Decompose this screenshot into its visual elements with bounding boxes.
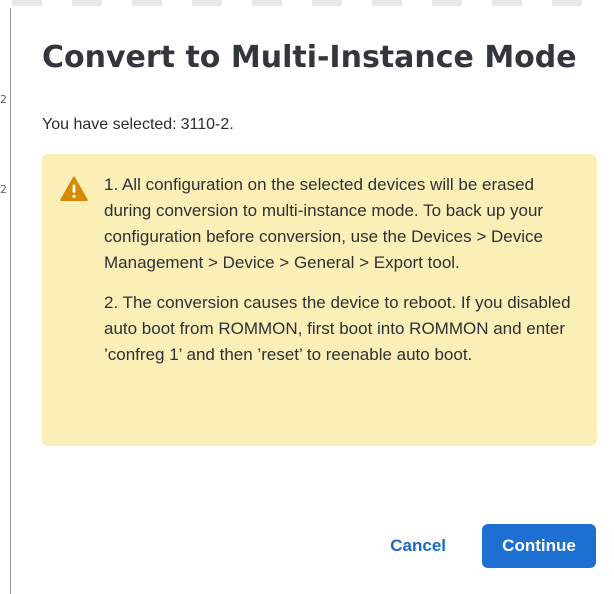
background-divider bbox=[10, 8, 11, 594]
dialog-actions: Cancel Continue bbox=[374, 524, 596, 568]
warning-paragraph-erase: 1. All configuration on the selected dev… bbox=[104, 175, 544, 272]
cancel-button[interactable]: Cancel bbox=[374, 526, 462, 566]
warning-triangle-icon-graphic bbox=[60, 176, 88, 201]
selected-device: 3110-2. bbox=[180, 116, 234, 133]
background-ghost-strip bbox=[12, 0, 612, 6]
edge-mark: 2 bbox=[0, 93, 7, 106]
edge-mark: 2 bbox=[0, 183, 7, 196]
selection-summary: You have selected: 3110-2. bbox=[42, 116, 234, 134]
continue-button[interactable]: Continue bbox=[482, 524, 596, 568]
warning-alert: 1. All configuration on the selected dev… bbox=[42, 154, 597, 446]
warning-triangle-icon bbox=[60, 176, 88, 202]
warning-paragraph-reboot: 2. The conversion causes the device to r… bbox=[104, 293, 571, 364]
warning-message: 1. All configuration on the selected dev… bbox=[104, 172, 579, 368]
convert-dialog: Convert to Multi-Instance Mode You have … bbox=[12, 10, 614, 594]
selected-label: You have selected: bbox=[42, 116, 177, 133]
dialog-title: Convert to Multi-Instance Mode bbox=[42, 40, 577, 75]
